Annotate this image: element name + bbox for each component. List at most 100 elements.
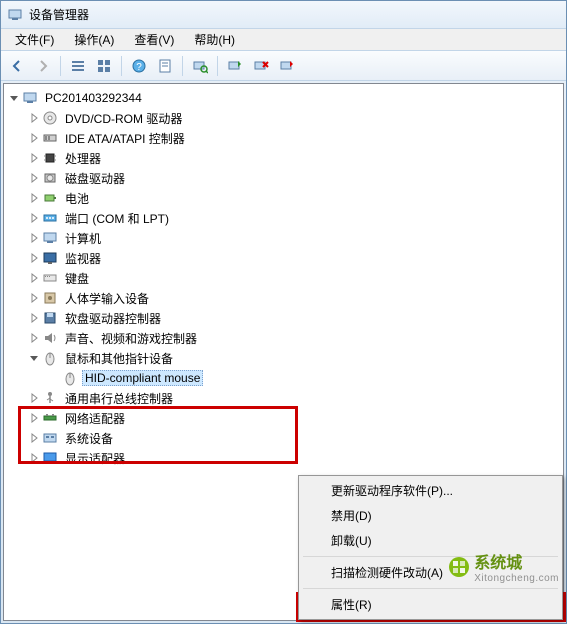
root-label: PC201403292344: [42, 90, 145, 106]
category-node[interactable]: IDE ATA/ATAPI 控制器: [28, 128, 563, 148]
context-menu: 更新驱动程序软件(P)... 禁用(D) 卸载(U) 扫描检测硬件改动(A) 属…: [298, 475, 563, 620]
display-icon: [42, 450, 58, 466]
ide-icon: [42, 130, 58, 146]
category-node[interactable]: 显示适配器: [28, 448, 563, 468]
cpu-icon: [42, 150, 58, 166]
toolbar-back-button[interactable]: [5, 54, 29, 78]
toolbar-properties-button[interactable]: [153, 54, 177, 78]
expander-closed-icon[interactable]: [28, 392, 40, 404]
ctx-separator: [303, 588, 558, 589]
category-label: DVD/CD-ROM 驱动器: [62, 109, 185, 128]
toolbar-scan-button[interactable]: [188, 54, 212, 78]
watermark-url: Xitongcheng.com: [474, 573, 559, 584]
menu-action[interactable]: 操作(A): [64, 29, 124, 50]
toolbar-separator: [217, 56, 218, 76]
toolbar: ?: [1, 51, 566, 81]
mouse-icon: [42, 350, 58, 366]
category-node[interactable]: 监视器: [28, 248, 563, 268]
floppy-icon: [42, 310, 58, 326]
watermark-logo-icon: [448, 556, 470, 578]
expander-closed-icon[interactable]: [28, 272, 40, 284]
category-node[interactable]: 磁盘驱动器: [28, 168, 563, 188]
expander-spacer: [48, 372, 60, 384]
menu-help[interactable]: 帮助(H): [184, 29, 245, 50]
hid-icon: [42, 290, 58, 306]
ctx-disable[interactable]: 禁用(D): [301, 503, 560, 528]
category-label: IDE ATA/ATAPI 控制器: [62, 129, 188, 148]
expander-open-icon[interactable]: [8, 92, 20, 104]
category-label: 电池: [62, 189, 92, 208]
expander-closed-icon[interactable]: [28, 412, 40, 424]
category-node[interactable]: 鼠标和其他指针设备: [28, 348, 563, 368]
category-label: 网络适配器: [62, 409, 128, 428]
expander-closed-icon[interactable]: [28, 212, 40, 224]
category-label: 监视器: [62, 249, 104, 268]
computer-icon: [42, 230, 58, 246]
usb-icon: [42, 390, 58, 406]
watermark-brand: 系统城: [474, 555, 522, 572]
ctx-update-driver[interactable]: 更新驱动程序软件(P)...: [301, 478, 560, 503]
battery-icon: [42, 190, 58, 206]
category-label: 软盘驱动器控制器: [62, 309, 164, 328]
network-icon: [42, 410, 58, 426]
menu-view[interactable]: 查看(V): [124, 29, 184, 50]
toolbar-uninstall-button[interactable]: [249, 54, 273, 78]
device-tree: PC201403292344 DVD/CD-ROM 驱动器IDE ATA/ATA…: [4, 88, 563, 468]
category-label: 计算机: [62, 229, 104, 248]
ctx-properties[interactable]: 属性(R): [301, 592, 560, 617]
category-node[interactable]: 处理器: [28, 148, 563, 168]
category-node[interactable]: 端口 (COM 和 LPT): [28, 208, 563, 228]
category-label: 系统设备: [62, 429, 116, 448]
category-node[interactable]: DVD/CD-ROM 驱动器: [28, 108, 563, 128]
expander-closed-icon[interactable]: [28, 252, 40, 264]
category-node[interactable]: 计算机: [28, 228, 563, 248]
expander-open-icon[interactable]: [28, 352, 40, 364]
dvd-icon: [42, 110, 58, 126]
expander-closed-icon[interactable]: [28, 112, 40, 124]
category-node[interactable]: 软盘驱动器控制器: [28, 308, 563, 328]
category-node[interactable]: 键盘: [28, 268, 563, 288]
toolbar-separator: [121, 56, 122, 76]
menu-file[interactable]: 文件(F): [5, 29, 64, 50]
toolbar-disable-button[interactable]: [275, 54, 299, 78]
monitor-icon: [42, 250, 58, 266]
category-node[interactable]: 电池: [28, 188, 563, 208]
expander-closed-icon[interactable]: [28, 232, 40, 244]
category-label: 人体学输入设备: [62, 289, 152, 308]
toolbar-details-button[interactable]: [66, 54, 90, 78]
app-icon: [7, 7, 23, 23]
expander-closed-icon[interactable]: [28, 152, 40, 164]
toolbar-separator: [60, 56, 61, 76]
window-title: 设备管理器: [29, 6, 89, 23]
toolbar-grid-button[interactable]: [92, 54, 116, 78]
category-node[interactable]: 系统设备: [28, 428, 563, 448]
category-node[interactable]: 人体学输入设备: [28, 288, 563, 308]
expander-closed-icon[interactable]: [28, 332, 40, 344]
root-node[interactable]: PC201403292344: [8, 88, 563, 108]
sound-icon: [42, 330, 58, 346]
keyboard-icon: [42, 270, 58, 286]
expander-closed-icon[interactable]: [28, 312, 40, 324]
expander-closed-icon[interactable]: [28, 432, 40, 444]
category-node[interactable]: 网络适配器: [28, 408, 563, 428]
watermark: 系统城 Xitongcheng.com: [448, 549, 559, 584]
expander-closed-icon[interactable]: [28, 192, 40, 204]
category-node[interactable]: 声音、视频和游戏控制器: [28, 328, 563, 348]
category-label: 键盘: [62, 269, 92, 288]
expander-closed-icon[interactable]: [28, 452, 40, 464]
toolbar-help-button[interactable]: ?: [127, 54, 151, 78]
device-label: HID-compliant mouse: [82, 370, 203, 386]
mouse-icon: [62, 370, 78, 386]
title-bar: 设备管理器: [1, 1, 566, 29]
expander-closed-icon[interactable]: [28, 292, 40, 304]
device-node[interactable]: HID-compliant mouse: [48, 368, 563, 388]
toolbar-update-button[interactable]: [223, 54, 247, 78]
category-label: 通用串行总线控制器: [62, 389, 176, 408]
category-node[interactable]: 通用串行总线控制器: [28, 388, 563, 408]
toolbar-forward-button[interactable]: [31, 54, 55, 78]
toolbar-separator: [182, 56, 183, 76]
expander-closed-icon[interactable]: [28, 172, 40, 184]
category-label: 处理器: [62, 149, 104, 168]
menu-bar: 文件(F) 操作(A) 查看(V) 帮助(H): [1, 29, 566, 51]
expander-closed-icon[interactable]: [28, 132, 40, 144]
